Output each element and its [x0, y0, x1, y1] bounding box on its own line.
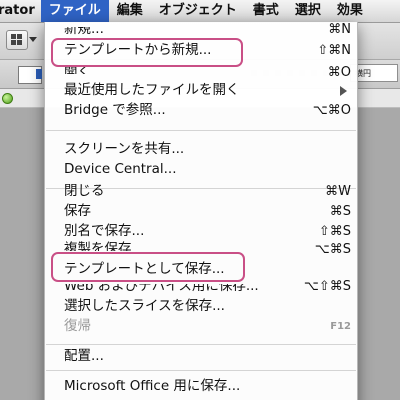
menu-item-label: Web およびデバイス用に保存... — [64, 278, 259, 294]
submenu-arrow-icon — [340, 86, 347, 96]
menu-item-label: 選択したスライスを保存... — [64, 298, 225, 314]
menu-item-label: Device Central... — [64, 161, 177, 177]
menu-item-save-for-web[interactable]: Web およびデバイス用に保存... ⌥⇧⌘S — [45, 276, 357, 297]
menu-item-shortcut: ⌥⇧⌘S — [303, 279, 351, 294]
menu-item-label: 複製を保存... — [64, 241, 145, 257]
menu-item-label: テンプレートから新規... — [64, 42, 212, 58]
file-menu-dropdown: 新規... ⌘N テンプレートから新規... ⇧⌘N 開く... ⌘O 最近使用… — [44, 22, 358, 400]
menu-item-shortcut: ⌘S — [329, 204, 351, 219]
menu-item-place[interactable]: 配置... — [45, 346, 357, 367]
menu-item-save-selected-slices[interactable]: 選択したスライスを保存... — [45, 296, 357, 317]
menu-item-label: Microsoft Office 用に保存... — [64, 378, 241, 394]
menu-item-label: 新規... — [64, 21, 104, 37]
menu-separator — [46, 130, 356, 131]
menu-item-new[interactable]: 新規... ⌘N — [45, 19, 357, 40]
menu-separator — [46, 344, 356, 345]
menu-item-device-central[interactable]: Device Central... — [45, 159, 357, 180]
zoom-window-icon[interactable] — [2, 93, 13, 104]
workspace-dropdown-arrow-icon[interactable] — [29, 37, 37, 42]
menu-item-open-recent[interactable]: 最近使用したファイルを開く — [45, 80, 357, 101]
screen: 横円 rator ファイル 編集 オブジェクト 書式 選択 効果 新規... ⌘… — [0, 0, 400, 400]
fill-color-swatch[interactable] — [18, 66, 42, 84]
workspace-grid-icon[interactable] — [6, 30, 28, 50]
menu-item-shortcut: F12 — [330, 321, 351, 332]
menu-item-label: 配置... — [64, 348, 104, 364]
menu-item-label: 復帰 — [64, 318, 91, 334]
menu-item-shortcut: ⇧⌘N — [317, 43, 351, 58]
menu-item-shortcut: ⌘W — [325, 184, 351, 199]
menu-item-shortcut: ⌥⌘S — [314, 242, 351, 257]
menu-item-save[interactable]: 保存 ⌘S — [45, 201, 357, 222]
menu-item-shortcut: ⌘N — [328, 22, 351, 37]
menu-item-label: 最近使用したファイルを開く — [64, 82, 240, 98]
menu-item-revert: 復帰 F12 — [45, 316, 357, 337]
menu-separator — [46, 370, 356, 371]
menu-item-share-screen[interactable]: スクリーンを共有... — [45, 139, 357, 160]
menu-item-new-from-template[interactable]: テンプレートから新規... ⇧⌘N — [45, 40, 357, 61]
menu-item-close[interactable]: 閉じる ⌘W — [45, 181, 357, 202]
menu-item-label: Bridge で参照... — [64, 102, 166, 118]
menu-item-label: 閉じる — [64, 183, 105, 199]
menu-item-label: スクリーンを共有... — [64, 141, 185, 157]
menu-item-browse-in-bridge[interactable]: Bridge で参照... ⌥⌘O — [45, 100, 357, 121]
menu-item-save-for-microsoft-office[interactable]: Microsoft Office 用に保存... — [45, 376, 357, 397]
menu-item-save-a-copy[interactable]: 複製を保存... ⌥⌘S — [45, 239, 357, 260]
menu-item-label: 保存 — [64, 203, 91, 219]
menu-item-shortcut: ⌥⌘O — [312, 103, 351, 118]
app-menu[interactable]: rator — [0, 0, 41, 22]
